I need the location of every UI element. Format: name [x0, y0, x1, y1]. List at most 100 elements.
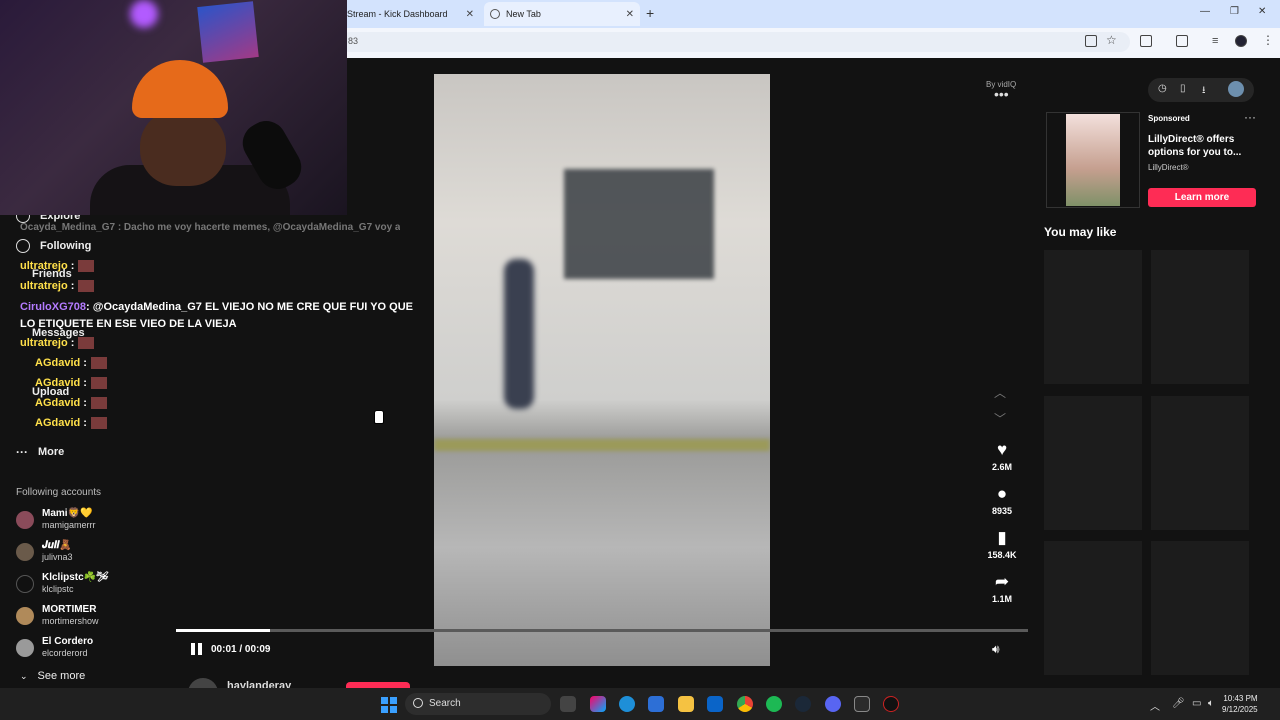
- nav-label: More: [38, 446, 65, 458]
- comment-button[interactable]: ● 8935: [984, 484, 1020, 516]
- close-window-icon[interactable]: ✕: [1258, 6, 1266, 17]
- edge-icon[interactable]: [619, 696, 635, 712]
- store-icon[interactable]: [648, 696, 664, 712]
- ad-title[interactable]: LillyDirect® offers options for you to..…: [1148, 133, 1258, 159]
- reading-list-icon[interactable]: ≡: [1212, 35, 1224, 47]
- suggested-card[interactable]: [1151, 250, 1249, 384]
- learn-more-button[interactable]: Learn more: [1148, 188, 1256, 207]
- like-button[interactable]: ♥ 2.6M: [984, 440, 1020, 472]
- download-icon[interactable]: ⭳: [1202, 83, 1206, 100]
- chat-message: ultratrejo :: [20, 280, 95, 293]
- heart-icon: ♥: [996, 440, 1008, 459]
- account-handle: elcorderord: [42, 648, 88, 658]
- chat-nick: ultratrejo: [20, 280, 68, 292]
- ad-image[interactable]: [1066, 114, 1120, 206]
- tray-chevron-icon[interactable]: ︿: [1150, 698, 1160, 713]
- speaker-icon[interactable]: 🔈︎: [1208, 698, 1214, 709]
- steam-icon[interactable]: [795, 696, 811, 712]
- restore-icon[interactable]: ❐: [1230, 6, 1239, 17]
- profile-avatar[interactable]: [1235, 35, 1247, 47]
- system-clock[interactable]: 10:43 PM 9/12/2025: [1222, 693, 1258, 715]
- account-name: El Cordero: [42, 636, 94, 647]
- account-item[interactable]: Klclipstc☘️🛩 klclipstc: [16, 572, 109, 595]
- avatar: [16, 606, 34, 625]
- avatar[interactable]: [1228, 81, 1244, 97]
- chat-nick: CiruloXG708: [20, 301, 87, 313]
- account-item[interactable]: El Cordero elcorderord: [16, 636, 93, 659]
- following-accounts-title: Following accounts: [16, 487, 102, 498]
- file-explorer-icon[interactable]: [678, 696, 694, 712]
- suggested-card[interactable]: [1044, 541, 1142, 675]
- copilot-icon[interactable]: [590, 696, 606, 712]
- chevron-down-icon[interactable]: ﹀: [994, 410, 1006, 427]
- task-view-icon[interactable]: [560, 696, 576, 712]
- tab-new-tab[interactable]: New Tab ✕: [484, 2, 640, 26]
- browser-menu-icon[interactable]: ⋮: [1262, 33, 1274, 47]
- more-options-icon[interactable]: •••: [994, 86, 1009, 102]
- chat-nick: AGdavid: [35, 417, 81, 429]
- close-tab-icon[interactable]: ✕: [626, 9, 634, 20]
- progress-bar[interactable]: [176, 629, 1028, 632]
- nav-following[interactable]: Following: [16, 239, 91, 253]
- video-window-shape: [564, 169, 714, 279]
- chat-nick: ultratrejo: [20, 337, 68, 349]
- extensions-icon[interactable]: [1140, 35, 1152, 47]
- chat-nick: ultratrejo: [20, 260, 68, 272]
- chat-nick: AGdavid: [35, 377, 81, 389]
- suggested-card[interactable]: [1151, 396, 1249, 530]
- suggested-card[interactable]: [1151, 541, 1249, 675]
- microphone-icon[interactable]: 🎤︎: [1172, 698, 1185, 709]
- chat-sep: :: [80, 397, 87, 409]
- tab-title: New Tab: [506, 9, 541, 19]
- cast-icon[interactable]: [1176, 35, 1188, 47]
- nav-more[interactable]: ··· More: [16, 445, 64, 459]
- spotify-icon[interactable]: [766, 696, 782, 712]
- emote-icon: [78, 280, 95, 293]
- chat-message: ultratrejo :: [20, 337, 95, 350]
- tiktok-page: By vidIQ ••• ︿ ﹀ ♥ 2.6M ● 8935 ▮ 158.4K …: [0, 0, 1280, 688]
- obs-icon[interactable]: [883, 696, 899, 712]
- terminal-icon[interactable]: [854, 696, 870, 712]
- emote-icon: [78, 337, 95, 350]
- suggested-card[interactable]: [1044, 396, 1142, 530]
- outlook-icon[interactable]: [707, 696, 723, 712]
- phone-icon[interactable]: ▯: [1180, 83, 1186, 94]
- comment-count: 8935: [991, 506, 1013, 516]
- address-bar[interactable]: 83: [340, 32, 1130, 52]
- clock-date: 9/12/2025: [1222, 705, 1258, 714]
- taskbar: Search ︿ 🎤︎ ▭ 🔈︎ 10:43 PM 9/12/2025: [0, 688, 1280, 720]
- video-frame[interactable]: [434, 74, 770, 666]
- minimize-icon[interactable]: —: [1200, 6, 1210, 17]
- close-tab-icon[interactable]: ✕: [466, 9, 474, 20]
- nav-label: Following: [40, 240, 92, 252]
- account-item[interactable]: 𝑱𝒖𝒍𝒊🧸 julivna3: [16, 540, 73, 563]
- webcam-poster-shape: [197, 1, 259, 63]
- chrome-icon[interactable]: [737, 696, 753, 712]
- suggested-card[interactable]: [1044, 250, 1142, 384]
- tab-kick-dashboard[interactable]: Stream - Kick Dashboard ✕: [347, 2, 480, 26]
- save-button[interactable]: ▮ 158.4K: [984, 528, 1020, 560]
- share-button[interactable]: ➦ 1.1M: [984, 572, 1020, 604]
- bookmark-star-icon[interactable]: ☆: [1106, 33, 1118, 47]
- account-item[interactable]: MORTIMER mortimershow: [16, 604, 99, 627]
- clock-time: 10:43 PM: [1223, 694, 1258, 703]
- author-name[interactable]: haylanderay: [227, 680, 291, 688]
- chevron-up-icon[interactable]: ︿: [994, 384, 1006, 401]
- author-avatar[interactable]: [188, 678, 218, 688]
- windows-start-icon[interactable]: [381, 697, 397, 713]
- pause-icon[interactable]: [191, 643, 203, 655]
- display-icon[interactable]: ▭: [1192, 698, 1201, 709]
- share-count: 1.1M: [991, 594, 1012, 604]
- vidiq-toolbar: ◷ ▯ ⭳: [1148, 78, 1254, 102]
- install-app-icon[interactable]: [1085, 35, 1097, 47]
- account-name: MORTIMER: [42, 604, 97, 615]
- discord-icon[interactable]: [825, 696, 841, 712]
- see-more-button[interactable]: ⌄ See more: [20, 670, 85, 682]
- ad-more-icon[interactable]: ···: [1244, 110, 1256, 124]
- globe-icon: [490, 9, 500, 19]
- new-tab-button[interactable]: +: [646, 5, 654, 21]
- account-item[interactable]: Mami🦁💛 mamigamerrr: [16, 508, 96, 531]
- volume-icon[interactable]: 🔊︎: [992, 642, 1000, 657]
- history-icon[interactable]: ◷: [1158, 83, 1167, 94]
- taskbar-search[interactable]: Search: [405, 693, 551, 715]
